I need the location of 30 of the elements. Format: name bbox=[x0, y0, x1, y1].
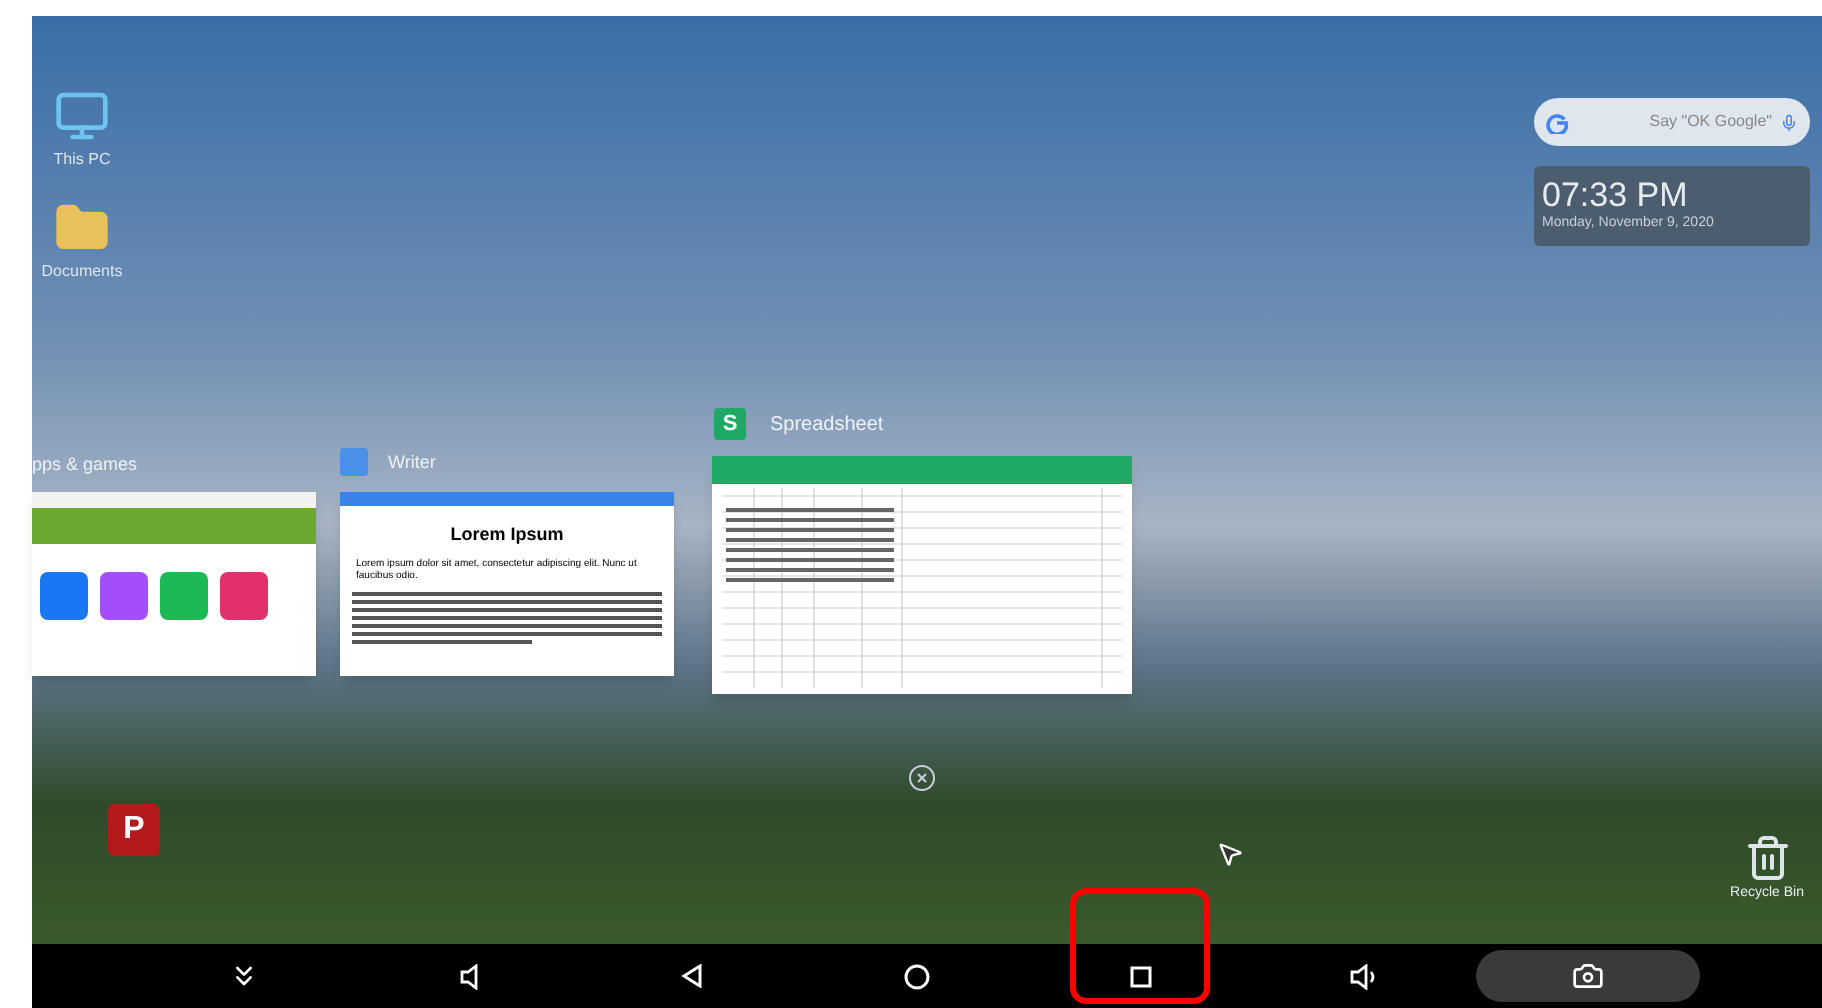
back-icon bbox=[680, 964, 704, 988]
app-tile-icon bbox=[160, 572, 208, 620]
icon-label: Documents bbox=[41, 260, 123, 284]
app-shortcut-icon[interactable]: P bbox=[108, 804, 160, 856]
clock-time: 07:33 PM bbox=[1542, 176, 1690, 215]
writer-app-icon bbox=[340, 448, 368, 476]
icon-label: This PC bbox=[53, 148, 111, 172]
app-tile-icon bbox=[100, 572, 148, 620]
nav-button[interactable] bbox=[1476, 950, 1700, 1002]
app-tile-icon bbox=[220, 572, 268, 620]
app-title: Writer bbox=[388, 450, 436, 476]
app-title: Spreadsheet bbox=[770, 412, 884, 440]
mouse-cursor-icon bbox=[1216, 840, 1244, 868]
close-all-icon[interactable] bbox=[908, 764, 936, 792]
home-icon bbox=[903, 963, 929, 989]
recycle-bin-icon[interactable] bbox=[1743, 832, 1791, 884]
app-tile-icon bbox=[40, 572, 88, 620]
app-preview-card[interactable] bbox=[32, 492, 316, 676]
volume-up-icon bbox=[1350, 963, 1378, 989]
camera-icon bbox=[1572, 960, 1604, 992]
highlight-frame bbox=[1070, 888, 1210, 1004]
spreadsheet-app-icon: S bbox=[714, 408, 746, 440]
google-logo-icon bbox=[1546, 111, 1568, 133]
volume-down-icon bbox=[459, 963, 477, 989]
app-title: pps & games bbox=[32, 452, 138, 478]
search-placeholder: Say "OK Google" bbox=[1647, 110, 1772, 134]
document-heading: Lorem Ipsum bbox=[448, 522, 566, 548]
microphone-icon bbox=[1780, 113, 1798, 131]
spreadsheet-preview-card[interactable] bbox=[712, 456, 1132, 694]
recents-icon bbox=[1129, 965, 1151, 987]
